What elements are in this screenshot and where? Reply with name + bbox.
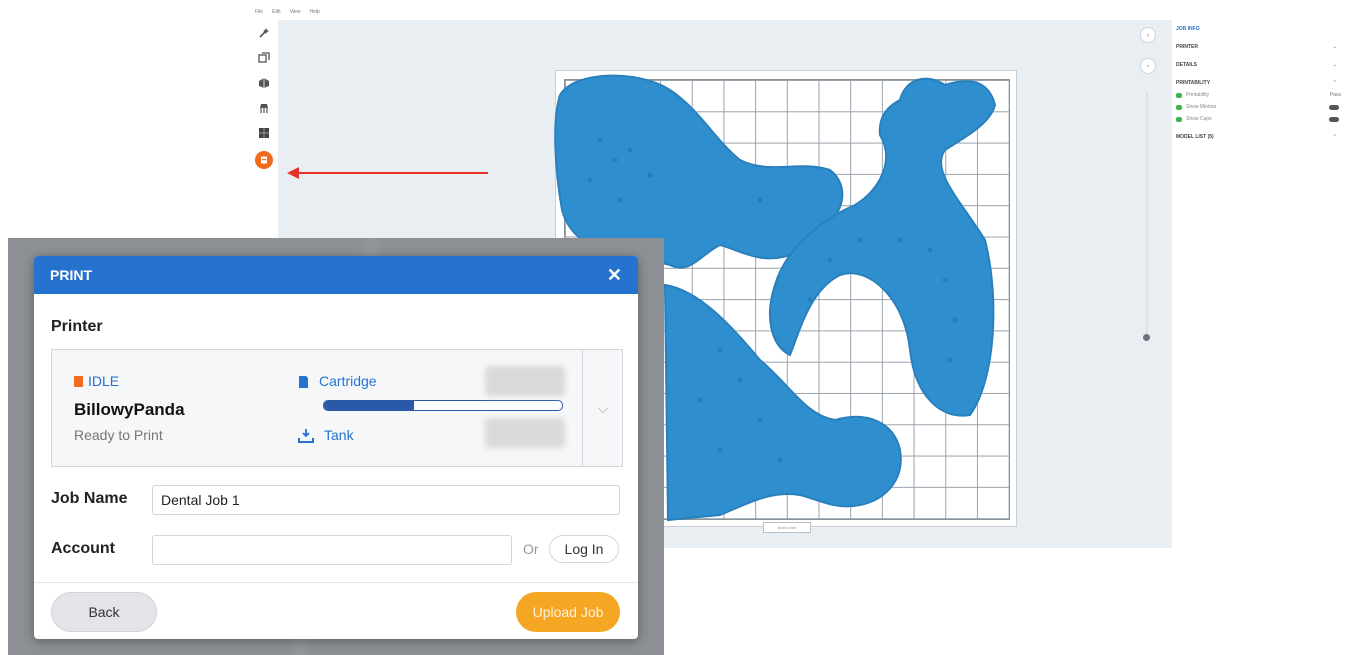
layer-slider-track[interactable] bbox=[1146, 92, 1148, 337]
status-ok-icon bbox=[1176, 104, 1182, 110]
redacted-info bbox=[485, 418, 565, 448]
printability-check: Printability Pass bbox=[1176, 92, 1346, 98]
view-toggle-button[interactable]: › bbox=[1140, 27, 1156, 43]
section-printability[interactable]: PRINTABILITY ⌃ bbox=[1176, 80, 1346, 86]
view-cube-button[interactable]: ◦ bbox=[1140, 58, 1156, 74]
printer-card[interactable]: IDLE BillowyPanda Ready to Print Cartrid… bbox=[51, 349, 623, 467]
login-button[interactable]: Log In bbox=[549, 535, 619, 563]
printer-name: BillowyPanda bbox=[74, 400, 185, 419]
menu-file[interactable]: File bbox=[255, 9, 263, 15]
show-cups-row: Show Cups bbox=[1176, 116, 1346, 122]
close-icon[interactable]: ✕ bbox=[607, 265, 622, 286]
or-label: Or bbox=[523, 541, 539, 557]
printer-icon bbox=[74, 375, 83, 387]
job-name-label: Job Name bbox=[51, 490, 128, 507]
printer-section-label: Printer bbox=[51, 318, 103, 335]
menu-bar: File Edit View Help bbox=[255, 9, 320, 15]
chevron-up-icon: ⌃ bbox=[1332, 80, 1337, 86]
menu-view[interactable]: View bbox=[290, 9, 301, 15]
print-dialog: PRINT ✕ Printer IDLE BillowyPanda Ready … bbox=[34, 256, 638, 639]
printer-status: IDLE bbox=[74, 373, 119, 389]
orient-icon[interactable] bbox=[257, 76, 271, 90]
back-button[interactable]: Back bbox=[51, 592, 157, 632]
account-label: Account bbox=[51, 540, 115, 557]
tank-icon bbox=[298, 428, 314, 443]
tank-info: Tank bbox=[298, 427, 354, 443]
redacted-info bbox=[485, 366, 565, 396]
chevron-up-icon: ⌃ bbox=[1332, 134, 1337, 140]
chevron-down-icon[interactable]: ⌵ bbox=[582, 350, 623, 466]
magic-wand-icon[interactable] bbox=[257, 26, 271, 40]
chevron-down-icon: ⌄ bbox=[1332, 62, 1337, 68]
supports-icon[interactable] bbox=[257, 101, 271, 115]
print-icon[interactable] bbox=[255, 151, 273, 169]
printer-status-text: IDLE bbox=[88, 373, 120, 389]
grid-icon[interactable] bbox=[257, 126, 271, 140]
tank-label: Tank bbox=[324, 427, 354, 443]
section-model-list[interactable]: MODEL LIST (5) ⌃ bbox=[1176, 134, 1346, 140]
left-toolbar bbox=[250, 20, 278, 220]
section-printer[interactable]: PRINTER ⌄ bbox=[1176, 44, 1346, 50]
cartridge-info: Cartridge bbox=[298, 373, 377, 389]
dialog-header: PRINT ✕ bbox=[34, 256, 638, 294]
annotation-arrow bbox=[296, 172, 488, 174]
layer-slider-handle[interactable] bbox=[1143, 334, 1150, 341]
build-plate-label: Build plate bbox=[763, 522, 811, 533]
account-input[interactable] bbox=[152, 535, 512, 565]
cartridge-icon bbox=[299, 375, 308, 388]
status-ok-icon bbox=[1176, 92, 1182, 98]
job-info-title: JOB INFO bbox=[1176, 26, 1200, 32]
cartridge-label: Cartridge bbox=[319, 373, 377, 389]
dialog-footer-divider bbox=[34, 582, 638, 583]
show-minima-toggle[interactable] bbox=[1329, 104, 1339, 110]
section-details[interactable]: DETAILS ⌄ bbox=[1176, 62, 1346, 68]
printer-state: Ready to Print bbox=[74, 427, 163, 443]
chevron-down-icon: ⌄ bbox=[1332, 44, 1337, 50]
show-minima-row: Show Minima bbox=[1176, 104, 1346, 110]
cartridge-level-bar bbox=[323, 400, 563, 411]
job-info-panel: JOB INFO PRINTER ⌄ DETAILS ⌄ PRINTABILITY ⌃… bbox=[1176, 26, 1346, 140]
upload-job-button[interactable]: Upload Job bbox=[516, 592, 620, 632]
layout-icon[interactable] bbox=[257, 51, 271, 65]
menu-help[interactable]: Help bbox=[309, 9, 319, 15]
job-name-input[interactable] bbox=[152, 485, 620, 515]
cartridge-level-fill bbox=[324, 401, 415, 410]
dialog-title: PRINT bbox=[50, 267, 92, 283]
menu-edit[interactable]: Edit bbox=[272, 9, 281, 15]
show-cups-toggle[interactable] bbox=[1329, 116, 1339, 122]
status-ok-icon bbox=[1176, 116, 1182, 122]
